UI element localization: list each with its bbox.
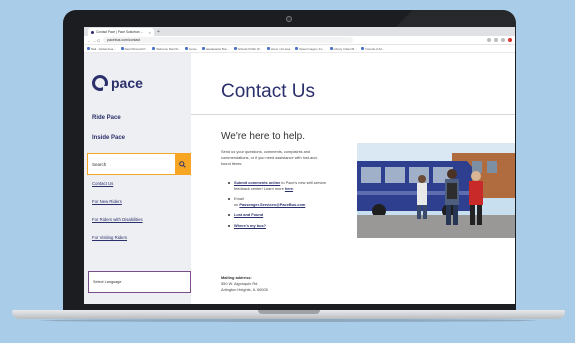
page-title: Contact Us [221, 81, 315, 102]
learn-more-link[interactable]: here [285, 186, 293, 191]
website-content: pace Ride Pace Inside Pace Search Contac… [84, 53, 515, 304]
browser-extensions [487, 38, 512, 42]
nav-ride-pace[interactable]: Ride Pace [92, 115, 121, 121]
bookmark-label: Home / Art area [270, 46, 291, 51]
bookmark-label: Friends of Art... [365, 46, 385, 51]
bookmark-item[interactable]: Headquarter Bra... [201, 46, 229, 51]
profile-icon[interactable] [501, 38, 505, 42]
list-item: Submit comments online to Pace's new sel… [228, 180, 328, 191]
language-select[interactable]: Select Language [88, 271, 191, 293]
bookmark-label: Street Images / Fo... [299, 46, 325, 51]
browser-toolbar: ← → C pacebus.com/contact [84, 36, 515, 45]
pace-logo-icon [92, 75, 108, 91]
bookmark-icon [201, 47, 205, 50]
bookmark-item[interactable]: Home / Art area [266, 46, 291, 51]
browser-nav-buttons[interactable]: ← → C [87, 38, 100, 43]
bookmark-icon [152, 47, 156, 50]
list-item: Email on Passenger.Services@PaceBus.com [228, 196, 328, 207]
bookmark-label: Schools Public W... [237, 46, 262, 51]
extension-icon[interactable] [494, 38, 498, 42]
bookmark-label: Home [189, 46, 197, 51]
bookmark-item[interactable]: Library Collect B... [329, 46, 357, 51]
nav-inside-pace[interactable]: Inside Pace [92, 135, 125, 141]
mailing-line-1: 550 W. Algonquin Rd. [221, 281, 259, 286]
close-tab-icon[interactable]: × [149, 30, 151, 35]
bus-stop-photo [357, 143, 515, 238]
bookmark-item[interactable]: Welcome Start W... [152, 47, 180, 51]
sidebar: pace Ride Pace Inside Pace Search Contac… [84, 53, 191, 304]
list-item: Where's my bus? [228, 223, 328, 229]
sidebar-link-new-riders[interactable]: For New Riders [92, 199, 122, 204]
wheres-my-bus-link[interactable]: Where's my bus? [234, 223, 266, 228]
bookmark-item[interactable]: Street Images / Fo... [295, 46, 325, 51]
sidebar-link-contact-us[interactable]: Contact Us [92, 181, 113, 186]
bus-photo-illustration [357, 143, 515, 238]
bookmark-icon [329, 47, 333, 50]
bookmark-label: Dear Microsoft P... [124, 46, 148, 51]
search-button[interactable] [175, 154, 190, 174]
section-heading: We're here to help. [221, 131, 305, 142]
bookmark-item[interactable]: Mail - Global Area... [87, 47, 116, 51]
mailing-label: Mailing address: [221, 275, 252, 280]
list-item-end: . [293, 185, 295, 191]
bookmark-icon [266, 47, 270, 50]
camera-icon [286, 16, 292, 22]
favicon-icon [91, 30, 94, 34]
browser-tab[interactable]: Contact Pace | Pace Suburban ... × [88, 28, 154, 36]
bookmark-item[interactable]: Schools Public W... [233, 46, 262, 51]
list-item: Lost and Found [228, 212, 328, 218]
bookmarks-bar: Mail - Global Area... Dear Microsoft P..… [84, 45, 515, 53]
bookmark-icon [185, 47, 189, 50]
search-box[interactable]: Search [87, 153, 191, 175]
search-input[interactable]: Search [88, 154, 175, 174]
bookmark-label: Mail - Global Area... [91, 46, 116, 51]
bookmark-icon [295, 47, 299, 50]
bookmark-item[interactable]: Home [185, 46, 197, 51]
bookmark-label: Welcome Start W... [156, 46, 181, 51]
logo-text: pace [111, 75, 143, 91]
star-icon[interactable] [487, 38, 491, 42]
laptop-hinge-notch [258, 310, 320, 314]
sidebar-link-visiting-riders[interactable]: For Visiting Riders [92, 235, 127, 240]
bookmark-icon [120, 47, 124, 50]
contact-options-list: Submit comments online to Pace's new sel… [228, 180, 328, 233]
main-content: Contact Us We're here to help. Send us y… [191, 53, 515, 304]
bookmark-icon [361, 47, 365, 50]
laptop-screen: Contact Pace | Pace Suburban ... × + ← →… [84, 27, 515, 304]
address-bar[interactable]: pacebus.com/contact [103, 37, 354, 43]
email-label: Email [234, 196, 244, 201]
email-link[interactable]: Passenger.Services@PaceBus.com [239, 202, 305, 207]
sidebar-link-riders-disabilities[interactable]: For Riders with Disabilities [92, 217, 143, 222]
mailing-line-2: Arlington Heights, IL 60005 [221, 287, 268, 292]
record-icon[interactable] [508, 38, 512, 42]
new-tab-button[interactable]: + [154, 29, 160, 36]
bookmark-item[interactable]: Friends of Art... [361, 47, 384, 51]
browser-tab-strip: Contact Pace | Pace Suburban ... × + [84, 27, 515, 36]
intro-text: Send us your questions, comments, compla… [221, 149, 318, 166]
lost-and-found-link[interactable]: Lost and Found [234, 212, 263, 217]
bookmark-label: Library Collect B... [333, 46, 357, 51]
laptop-shadow [40, 319, 537, 322]
title-divider [191, 114, 515, 115]
search-icon [179, 160, 186, 168]
pace-logo[interactable]: pace [92, 75, 143, 91]
submit-comments-link[interactable]: Submit comments online [234, 180, 280, 185]
bookmark-icon [87, 47, 90, 50]
bookmark-icon [233, 47, 237, 50]
mailing-address: Mailing address: 550 W. Algonquin Rd. Ar… [221, 275, 268, 293]
browser-tab-title: Contact Pace | Pace Suburban ... [96, 30, 144, 34]
bookmark-item[interactable]: Dear Microsoft P... [120, 46, 148, 51]
bookmark-label: Headquarter Bra... [205, 46, 229, 51]
